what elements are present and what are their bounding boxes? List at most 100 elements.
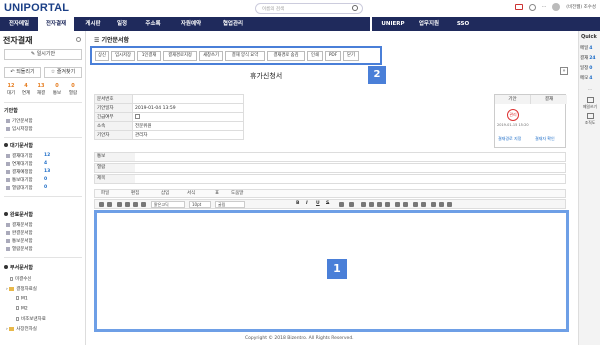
temp-save-button[interactable]: 임시저장	[111, 51, 135, 61]
cut-icon[interactable]	[117, 202, 122, 207]
hide-route-button[interactable]: 결재경로 숨김	[267, 51, 305, 61]
nav-collab[interactable]: 협업관리	[214, 17, 252, 31]
quick-schedule[interactable]: 일정0	[580, 65, 592, 71]
gear-icon[interactable]	[76, 37, 81, 42]
sidebar-item-scheduled[interactable]: 결재예정함 13	[6, 169, 50, 175]
user-name[interactable]: (비전웹) 조수성	[566, 4, 596, 10]
expand-button[interactable]: »	[560, 67, 568, 75]
underline-button[interactable]: U	[316, 201, 320, 206]
menu-table[interactable]: 표	[215, 190, 219, 197]
align-center-icon[interactable]	[369, 202, 374, 207]
menu-help[interactable]: 도움말	[231, 190, 243, 197]
sidebar-item-notify[interactable]: 통보대기함 0	[6, 177, 47, 183]
indent-icon[interactable]	[413, 202, 418, 207]
search-input[interactable]: 이름의 검색	[255, 3, 363, 14]
write-mail-button[interactable]: 메일쓰기	[581, 97, 599, 110]
recall-button[interactable]: ↶ 되돌리기	[4, 67, 41, 78]
notify-row[interactable]: 통보	[94, 152, 566, 162]
more-icon[interactable]: ⋯	[542, 5, 547, 10]
set-route-link[interactable]: 결재경로 지정	[498, 136, 521, 142]
table-icon[interactable]	[431, 202, 436, 207]
image-icon[interactable]	[439, 202, 444, 207]
tree-folder[interactable]: › 사장전자실	[6, 326, 37, 332]
paste-icon[interactable]	[133, 202, 138, 207]
sidebar-item-notified[interactable]: 통보문서함	[6, 238, 33, 244]
check-approver-link[interactable]: 결재자 확인	[535, 136, 555, 142]
view-row[interactable]: 열람	[94, 163, 566, 173]
stat-view[interactable]: 0 열람	[66, 83, 80, 96]
sidebar-item-viewed[interactable]: 열람문서함	[6, 246, 33, 252]
link-icon[interactable]	[447, 202, 452, 207]
strike-button[interactable]: S	[326, 201, 329, 206]
submit-button[interactable]: 상신	[95, 51, 109, 61]
menu-format[interactable]: 서식	[187, 190, 195, 197]
list-icon[interactable]	[395, 202, 400, 207]
text-color-icon[interactable]	[339, 202, 344, 207]
menu-file[interactable]: 파일	[101, 190, 109, 197]
single-approve-button[interactable]: 1인결재	[137, 51, 161, 61]
flag-icon[interactable]	[514, 4, 523, 10]
draft-button[interactable]: ✎ 일시기안	[4, 49, 82, 60]
nav-resource[interactable]: 자원예약	[172, 17, 210, 31]
stat-wait[interactable]: 12 대기	[4, 83, 18, 96]
pdf-button[interactable]: PDF	[325, 51, 341, 61]
align-justify-icon[interactable]	[385, 202, 390, 207]
sidebar-item-completed[interactable]: 완결문서함	[6, 230, 33, 236]
nav-mail[interactable]: 전자메일	[2, 17, 36, 31]
nav-support[interactable]: 업무지원	[412, 17, 446, 31]
numbered-list-icon[interactable]	[403, 202, 408, 207]
quick-approval[interactable]: 결재24	[580, 55, 596, 61]
new-window-button[interactable]: 새창쓰기	[199, 51, 223, 61]
align-left-icon[interactable]	[361, 202, 366, 207]
subject-row[interactable]: 제목	[94, 174, 566, 184]
italic-button[interactable]: I	[306, 201, 308, 206]
close-button[interactable]: 닫기	[343, 51, 359, 61]
section-draft[interactable]: 기안함	[4, 107, 18, 114]
urgent-checkbox[interactable]	[135, 114, 140, 119]
print-button[interactable]: 인쇄	[307, 51, 323, 61]
size-select[interactable]: 10pt	[189, 201, 211, 208]
nav-board[interactable]: 게시판	[78, 17, 108, 31]
undo-icon[interactable]	[99, 202, 104, 207]
font-select[interactable]: 맑은고딕	[151, 201, 185, 208]
sidebar-item-wait[interactable]: 결재대기함 12	[6, 153, 50, 159]
section-wait[interactable]: 대기문서함	[4, 142, 33, 149]
search-icon[interactable]	[352, 5, 358, 11]
highlight-icon[interactable]	[349, 202, 354, 207]
tree-item[interactable]: 비조보낸자료	[16, 316, 46, 322]
more-icon[interactable]: ⋯	[581, 87, 599, 92]
sidebar-item-approved[interactable]: 결재문서함	[6, 222, 33, 228]
quick-memo[interactable]: 메모4	[580, 75, 592, 81]
form-summary-button[interactable]: 결재 양식 요약	[225, 51, 265, 61]
gear-icon[interactable]	[528, 3, 536, 11]
logo[interactable]: UNIPORTAL	[4, 2, 69, 14]
outdent-icon[interactable]	[421, 202, 426, 207]
nav-address[interactable]: 주소록	[138, 17, 168, 31]
nav-unierp[interactable]: UNIERP	[378, 17, 408, 31]
copy-icon[interactable]	[125, 202, 130, 207]
bold-button[interactable]: B	[296, 201, 299, 206]
set-route-button[interactable]: 결재경로지정	[163, 51, 197, 61]
nav-schedule[interactable]: 일정	[110, 17, 134, 31]
sidebar-item-temp-box[interactable]: 임시저장함	[6, 126, 33, 132]
org-chart-button[interactable]: 조직도	[581, 113, 599, 126]
style-select[interactable]: 굴림	[215, 201, 245, 208]
align-right-icon[interactable]	[377, 202, 382, 207]
section-dept[interactable]: 부서문서함	[4, 264, 33, 271]
nav-sso[interactable]: SSO	[452, 17, 474, 31]
stat-link[interactable]: 4 연계	[19, 83, 33, 96]
stat-recheck[interactable]: 13 재결	[34, 83, 48, 96]
menu-edit[interactable]: 편집	[131, 190, 139, 197]
quick-mail[interactable]: 메일4	[580, 45, 592, 51]
search-icon[interactable]	[141, 202, 146, 207]
sidebar-item-link[interactable]: 연계대기함 4	[6, 161, 47, 167]
favorite-button[interactable]: ☆ 즐겨찾기	[44, 67, 82, 78]
stat-notify[interactable]: 0 통보	[50, 83, 64, 96]
sidebar-item-draft-box[interactable]: 기안문서함	[6, 118, 33, 124]
tree-item[interactable]: M2	[16, 306, 28, 312]
tree-item[interactable]: 미결수신	[10, 276, 32, 282]
redo-icon[interactable]	[107, 202, 112, 207]
tree-folder[interactable]: › 결정자료실	[6, 286, 37, 292]
menu-insert[interactable]: 삽입	[161, 190, 169, 197]
avatar[interactable]	[552, 3, 561, 11]
